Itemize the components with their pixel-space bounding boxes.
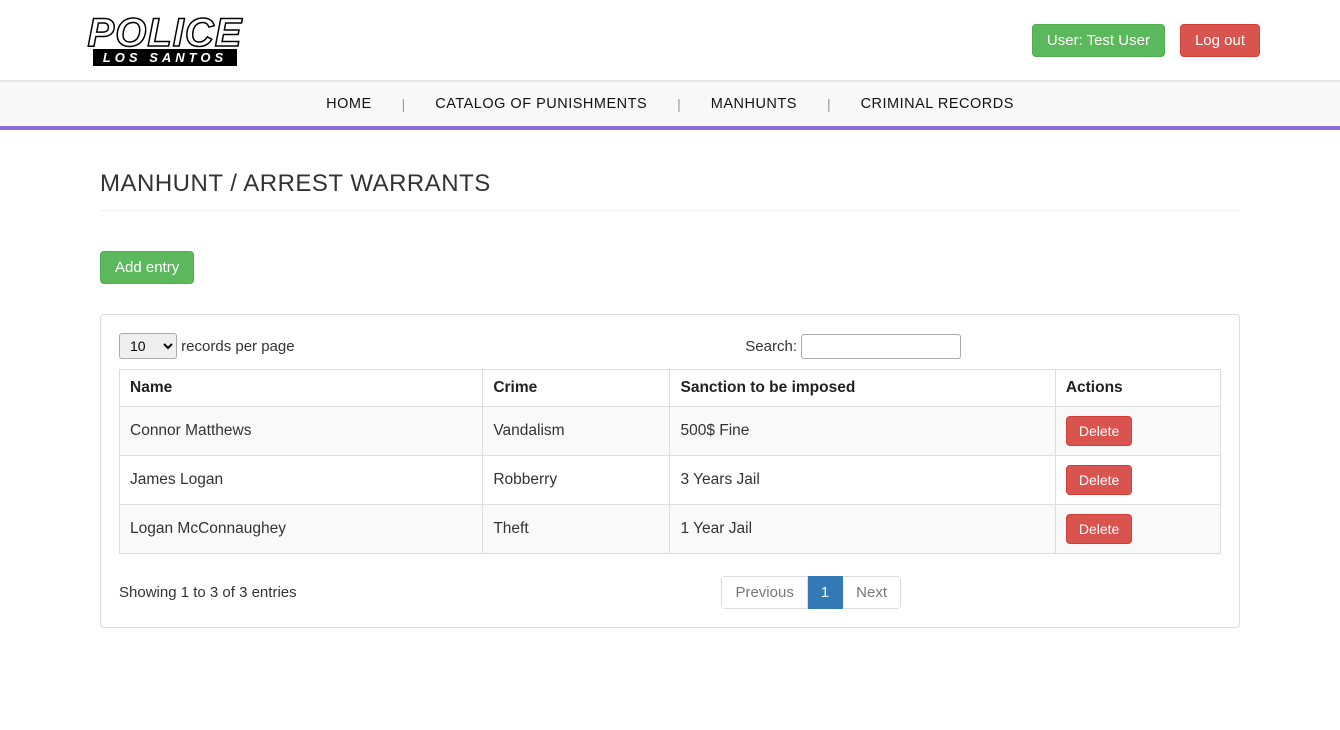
table-row: Logan McConnaugheyTheft1 Year Jail Delete (120, 505, 1221, 554)
warrants-table: Name Crime Sanction to be imposed Action… (119, 369, 1221, 554)
topbar: POLICE LOS SANTOS User: Test User Log ou… (0, 0, 1340, 81)
add-entry-button[interactable]: Add entry (100, 251, 194, 284)
col-sanction[interactable]: Sanction to be imposed (670, 370, 1055, 407)
cell-sanction: 500$ Fine (670, 407, 1055, 456)
cell-name: James Logan (120, 456, 483, 505)
cell-actions: Delete (1055, 505, 1220, 554)
nav-separator: | (402, 96, 406, 112)
brand-logo[interactable]: POLICE LOS SANTOS (80, 10, 250, 70)
brand-main: POLICE (88, 15, 243, 51)
cell-sanction: 1 Year Jail (670, 505, 1055, 554)
data-panel: 102550100 records per page Search: Name … (100, 314, 1240, 628)
delete-button[interactable]: Delete (1066, 416, 1132, 446)
nav-separator: | (677, 96, 681, 112)
page-current[interactable]: 1 (808, 576, 843, 609)
pagination: Previous 1 Next (721, 576, 901, 609)
search-label: Search: (745, 338, 797, 355)
table-row: James LoganRobberry3 Years Jail Delete (120, 456, 1221, 505)
col-actions[interactable]: Actions (1055, 370, 1220, 407)
brand-sub: LOS SANTOS (93, 49, 237, 66)
col-crime[interactable]: Crime (483, 370, 670, 407)
nav-separator: | (827, 96, 831, 112)
logout-button[interactable]: Log out (1180, 24, 1260, 57)
delete-button[interactable]: Delete (1066, 465, 1132, 495)
navbar: HOME | CATALOG OF PUNISHMENTS | MANHUNTS… (0, 81, 1340, 130)
length-suffix: records per page (181, 338, 294, 355)
cell-crime: Vandalism (483, 407, 670, 456)
cell-sanction: 3 Years Jail (670, 456, 1055, 505)
nav-records[interactable]: CRIMINAL RECORDS (861, 96, 1014, 112)
cell-name: Logan McConnaughey (120, 505, 483, 554)
top-actions: User: Test User Log out (1032, 24, 1260, 57)
cell-actions: Delete (1055, 456, 1220, 505)
delete-button[interactable]: Delete (1066, 514, 1132, 544)
nav-catalog[interactable]: CATALOG OF PUNISHMENTS (435, 96, 647, 112)
user-button[interactable]: User: Test User (1032, 24, 1165, 57)
cell-crime: Theft (483, 505, 670, 554)
length-select[interactable]: 102550100 (119, 333, 177, 359)
nav-manhunts[interactable]: MANHUNTS (711, 96, 797, 112)
cell-name: Connor Matthews (120, 407, 483, 456)
cell-actions: Delete (1055, 407, 1220, 456)
nav-home[interactable]: HOME (326, 96, 372, 112)
page-title: MANHUNT / ARREST WARRANTS (100, 170, 1240, 211)
table-row: Connor MatthewsVandalism500$ Fine Delete (120, 407, 1221, 456)
page-prev[interactable]: Previous (721, 576, 807, 609)
table-info: Showing 1 to 3 of 3 entries (119, 584, 297, 601)
cell-crime: Robberry (483, 456, 670, 505)
page-next[interactable]: Next (843, 576, 901, 609)
search-input[interactable] (801, 334, 961, 359)
search-control: Search: (745, 334, 961, 359)
length-control: 102550100 records per page (119, 333, 295, 359)
col-name[interactable]: Name (120, 370, 483, 407)
